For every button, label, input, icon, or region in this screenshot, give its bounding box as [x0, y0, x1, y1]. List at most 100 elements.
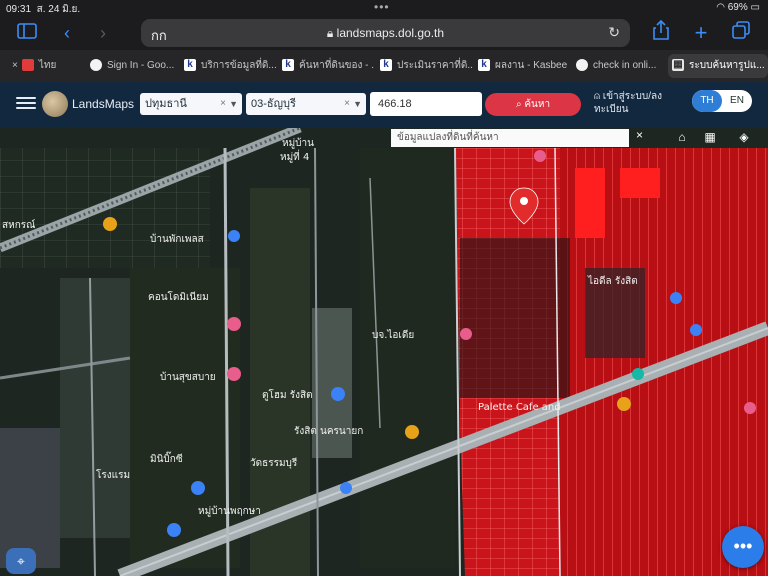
- status-time: 09:31: [6, 4, 32, 15]
- lock-icon: 🔒︎: [326, 26, 334, 40]
- parcel-number-input[interactable]: 466.18: [370, 92, 482, 116]
- tab-item[interactable]: check in onli...: [572, 54, 668, 78]
- clear-icon[interactable]: ×: [220, 93, 226, 115]
- search-button[interactable]: ⌕ ค้นหา: [485, 93, 581, 116]
- poi-blue-icon[interactable]: [340, 482, 352, 494]
- status-date: ส. 24 มิ.ย.: [36, 4, 81, 15]
- place-label: บ้านสุขสบาย: [160, 371, 216, 383]
- tab-label: ระบบค้นหารูปแ...: [689, 60, 765, 71]
- district-select[interactable]: 03-ธัญบุรี × ▼: [246, 93, 366, 115]
- poi-pink-icon[interactable]: [227, 317, 241, 331]
- lang-en-button[interactable]: EN: [722, 90, 752, 112]
- place-label: หมู่ที่ 4: [280, 149, 309, 163]
- grid-icon: ▦: [672, 59, 684, 72]
- tab-label: ไทย: [38, 60, 57, 71]
- tab-label: ค้นหาที่ดินของ - ...: [299, 60, 374, 71]
- url-value: landsmaps.dol.go.th: [336, 26, 445, 40]
- tab-label: ประเมินราคาที่ดิ...: [397, 60, 472, 71]
- tab-label: Sign In - Goo...: [107, 60, 175, 71]
- tab-bar: × ไทย Sign In - Goo... k บริการข้อมูลที่ดิ…: [0, 50, 768, 82]
- selected-parcel-highlight: [575, 168, 605, 238]
- map-field-area: [460, 238, 570, 398]
- poi-blue-icon[interactable]: [167, 523, 181, 537]
- poi-teal-icon[interactable]: [632, 368, 644, 380]
- locate-icon[interactable]: ⌖: [6, 548, 36, 574]
- map-village-area: [60, 278, 130, 538]
- keyboard-icon[interactable]: ▦: [698, 130, 722, 148]
- place-label: คอนโดมิเนียม: [148, 290, 209, 303]
- popup-close-icon[interactable]: ×: [636, 128, 643, 142]
- status-bar: 09:31 ส. 24 มิ.ย. ••• ◠ 69% ▭: [0, 0, 768, 16]
- place-label: รังสิต นครนายก: [294, 426, 363, 437]
- poi-pink-icon[interactable]: [534, 150, 546, 162]
- place-label: วัดธรรมบุรี: [250, 457, 298, 469]
- poi-blue-icon[interactable]: [690, 324, 702, 336]
- place-label: ตูโฮม รังสิต: [262, 388, 313, 401]
- login-link[interactable]: ⍝ เข้าสู่ระบบ/ลงทะเบียน: [594, 90, 680, 116]
- map-field-area: [360, 148, 455, 568]
- k-icon: k: [380, 59, 392, 72]
- tab-overview-icon[interactable]: [728, 20, 754, 46]
- tab-item-active[interactable]: ▦ ระบบค้นหารูปแ...: [668, 54, 768, 78]
- place-label: สหกรณ์: [2, 219, 35, 231]
- popup-text: ข้อมูลแปลงที่ดินที่ค้นหา: [397, 132, 499, 143]
- share-icon[interactable]: [648, 19, 674, 46]
- search-icon: ⌕: [515, 99, 522, 110]
- new-tab-icon[interactable]: +: [688, 20, 714, 46]
- brand-name: LandsMaps: [72, 97, 135, 111]
- poi-pink-icon[interactable]: [744, 402, 756, 414]
- tab-item[interactable]: k ผลงาน - Kasbee: [474, 54, 570, 78]
- poi-blue-icon[interactable]: [670, 292, 682, 304]
- tab-item[interactable]: k ประเมินราคาที่ดิ...: [376, 54, 472, 78]
- tab-item[interactable]: × ไทย: [8, 54, 90, 78]
- selected-parcel-highlight: [620, 168, 660, 198]
- search-button-label: ค้นหา: [524, 99, 551, 110]
- language-toggle[interactable]: TH EN: [692, 90, 752, 112]
- poi-yellow-icon[interactable]: [617, 397, 631, 411]
- place-label: ไอดีล รังสิต: [587, 275, 638, 287]
- tab-close-icon[interactable]: ×: [12, 60, 18, 71]
- province-select[interactable]: ปทุมธานี × ▼: [140, 93, 242, 115]
- multitask-dots-icon[interactable]: •••: [374, 0, 390, 14]
- landsmaps-logo: [42, 91, 68, 117]
- map-field-area: [130, 268, 240, 568]
- lang-th-button[interactable]: TH: [692, 90, 722, 112]
- poi-blue-icon[interactable]: [331, 387, 345, 401]
- map-village-area: [0, 428, 60, 568]
- parcel-popup: ข้อมูลแปลงที่ดินที่ค้นหา: [391, 129, 629, 147]
- place-label: Palette Cafe and: [478, 402, 561, 413]
- parcel-number-value: 466.18: [378, 98, 412, 110]
- forward-icon[interactable]: ›: [90, 20, 116, 46]
- tab-label: ผลงาน - Kasbee: [495, 60, 568, 71]
- layers-icon[interactable]: ◈: [734, 130, 754, 148]
- tab-item[interactable]: k บริการข้อมูลที่ดิ...: [180, 54, 276, 78]
- place-label: บ้านพักเพลส: [150, 233, 204, 245]
- province-value: ปทุมธานี: [145, 98, 187, 110]
- clear-icon[interactable]: ×: [344, 93, 350, 115]
- place-label: หมู่บ้าน: [282, 137, 314, 149]
- wifi-icon: ◠: [716, 2, 725, 13]
- poi-pink-icon[interactable]: [460, 328, 472, 340]
- satellite-map[interactable]: หมู่บ้าน หมู่ที่ 4 บ้านพักเพลส สหกรณ์ คอ…: [0, 128, 768, 576]
- poi-blue-icon[interactable]: [191, 481, 205, 495]
- poi-blue-icon[interactable]: [228, 230, 240, 242]
- tab-item[interactable]: Sign In - Goo...: [86, 54, 182, 78]
- district-value: 03-ธัญบุรี: [251, 98, 296, 110]
- place-label: โรงแรม: [96, 468, 130, 481]
- poi-yellow-icon[interactable]: [405, 425, 419, 439]
- reload-icon[interactable]: ↻: [608, 24, 620, 41]
- tab-label: บริการข้อมูลที่ดิ...: [201, 60, 276, 71]
- k-icon: k: [282, 59, 294, 72]
- sidebar-icon[interactable]: [14, 20, 40, 46]
- tab-item[interactable]: k ค้นหาที่ดินของ - ...: [278, 54, 374, 78]
- menu-icon[interactable]: [16, 94, 36, 112]
- url-text[interactable]: 🔒︎ landsmaps.dol.go.th: [141, 26, 630, 41]
- home-icon[interactable]: ⌂: [672, 130, 692, 148]
- tab-label: check in onli...: [593, 60, 657, 71]
- back-icon[interactable]: ‹: [54, 20, 80, 46]
- address-bar[interactable]: กก 🔒︎ landsmaps.dol.go.th ↻: [141, 19, 630, 47]
- poi-yellow-icon[interactable]: [103, 217, 117, 231]
- chevron-down-icon: ▼: [229, 99, 238, 109]
- poi-pink-icon[interactable]: [227, 367, 241, 381]
- more-options-button[interactable]: •••: [722, 526, 764, 568]
